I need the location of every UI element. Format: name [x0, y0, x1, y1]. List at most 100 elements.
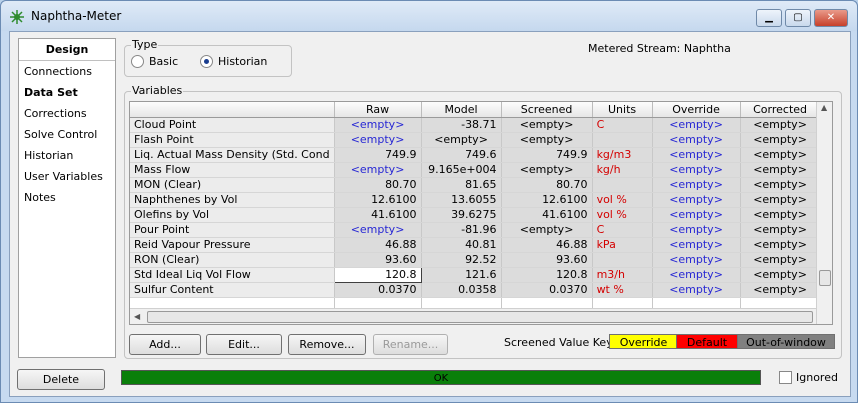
- add-button[interactable]: Add...: [129, 334, 201, 355]
- cell-name[interactable]: Naphthenes by Vol: [130, 192, 335, 208]
- cell-corrected[interactable]: <empty>: [740, 147, 821, 163]
- cell-override[interactable]: <empty>: [652, 252, 741, 268]
- cell-screened[interactable]: 41.6100: [501, 207, 593, 223]
- cell-units[interactable]: kg/m3: [592, 147, 653, 163]
- cell-name[interactable]: Mass Flow: [130, 162, 335, 178]
- cell-model[interactable]: 749.6: [421, 147, 502, 163]
- cell-raw[interactable]: 120.8: [333, 266, 422, 283]
- cell-name[interactable]: Std Ideal Liq Vol Flow: [130, 267, 335, 283]
- cell-name[interactable]: Flash Point: [130, 132, 335, 148]
- variables-grid[interactable]: Raw Model Screened Units Override Correc…: [129, 101, 833, 325]
- horizontal-scrollbar[interactable]: ◀: [130, 308, 816, 324]
- cell-raw[interactable]: 0.0370: [334, 282, 422, 298]
- cell-override[interactable]: <empty>: [652, 147, 741, 163]
- cell-units[interactable]: kPa: [592, 237, 653, 253]
- cell-screened[interactable]: 0.0370: [501, 282, 593, 298]
- cell-raw[interactable]: 12.6100: [334, 192, 422, 208]
- cell-screened[interactable]: 120.8: [501, 267, 593, 283]
- cell-override[interactable]: <empty>: [652, 222, 741, 238]
- radio-basic[interactable]: Basic: [131, 55, 178, 68]
- cell-model[interactable]: <empty>: [421, 132, 502, 148]
- edit-button[interactable]: Edit...: [206, 334, 282, 355]
- cell-corrected[interactable]: <empty>: [740, 222, 821, 238]
- cell-model[interactable]: 9.165e+004: [421, 162, 502, 178]
- cell-raw[interactable]: 46.88: [334, 237, 422, 253]
- title-bar[interactable]: Naphtha-Meter ▁ ▢ ✕: [1, 1, 857, 31]
- cell-model[interactable]: -38.71: [421, 117, 502, 133]
- scroll-up-icon[interactable]: ▲: [821, 103, 827, 112]
- cell-corrected[interactable]: <empty>: [740, 252, 821, 268]
- table-row[interactable]: MON (Clear) 80.70 81.65 80.70 <empty> <empty>: [130, 177, 821, 193]
- table-row[interactable]: Cloud Point <empty> -38.71 <empty> C <empty> <…: [130, 117, 821, 133]
- cell-corrected[interactable]: <empty>: [740, 132, 821, 148]
- table-row[interactable]: Liq. Actual Mass Density (Std. Cond 749.9…: [130, 147, 821, 163]
- radio-historian[interactable]: Historian: [200, 55, 267, 68]
- maximize-button[interactable]: ▢: [785, 9, 811, 27]
- column-header-corrected[interactable]: Corrected: [740, 102, 821, 118]
- cell-override[interactable]: <empty>: [652, 117, 741, 133]
- cell-name[interactable]: Reid Vapour Pressure: [130, 237, 335, 253]
- radio-basic-indicator[interactable]: [131, 55, 144, 68]
- column-header-raw[interactable]: Raw: [334, 102, 422, 118]
- cell-screened[interactable]: <empty>: [501, 132, 593, 148]
- nav-item-corrections[interactable]: Corrections: [19, 103, 115, 124]
- cell-corrected[interactable]: <empty>: [740, 162, 821, 178]
- nav-item-connections[interactable]: Connections: [19, 61, 115, 82]
- cell-corrected[interactable]: <empty>: [740, 237, 821, 253]
- cell-screened[interactable]: <empty>: [501, 222, 593, 238]
- cell-raw[interactable]: 93.60: [334, 252, 422, 268]
- cell-model[interactable]: -81.96: [421, 222, 502, 238]
- cell-corrected[interactable]: <empty>: [740, 117, 821, 133]
- nav-item-solve-control[interactable]: Solve Control: [19, 124, 115, 145]
- cell-screened[interactable]: <empty>: [501, 117, 593, 133]
- cell-corrected[interactable]: <empty>: [740, 192, 821, 208]
- cell-units[interactable]: vol %: [592, 192, 653, 208]
- cell-model[interactable]: 40.81: [421, 237, 502, 253]
- cell-override[interactable]: <empty>: [652, 282, 741, 298]
- cell-raw[interactable]: <empty>: [334, 117, 422, 133]
- table-row[interactable]: Std Ideal Liq Vol Flow 120.8 121.6 120.8 m3/…: [130, 266, 821, 283]
- cell-raw[interactable]: <empty>: [334, 132, 422, 148]
- nav-item-user-variables[interactable]: User Variables: [19, 166, 115, 187]
- nav-item-data-set[interactable]: Data Set: [19, 82, 115, 103]
- cell-model[interactable]: 81.65: [421, 177, 502, 193]
- cell-screened[interactable]: 749.9: [501, 147, 593, 163]
- cell-name[interactable]: RON (Clear): [130, 252, 335, 268]
- cell-screened[interactable]: 80.70: [501, 177, 593, 193]
- cell-units[interactable]: [592, 132, 653, 148]
- cell-units[interactable]: vol %: [592, 207, 653, 223]
- cell-raw[interactable]: <empty>: [334, 222, 422, 238]
- cell-override[interactable]: <empty>: [652, 237, 741, 253]
- cell-name[interactable]: Olefins by Vol: [130, 207, 335, 223]
- cell-units[interactable]: [592, 252, 653, 268]
- scroll-left-icon[interactable]: ◀: [134, 312, 140, 321]
- cell-raw[interactable]: <empty>: [334, 162, 422, 178]
- table-row[interactable]: Flash Point <empty> <empty> <empty> <empty> <…: [130, 132, 821, 148]
- cell-units[interactable]: C: [592, 222, 653, 238]
- cell-raw[interactable]: 749.9: [334, 147, 422, 163]
- table-row[interactable]: Naphthenes by Vol 12.6100 13.6055 12.6100 vo…: [130, 192, 821, 208]
- vertical-scroll-thumb[interactable]: [819, 270, 831, 286]
- cell-override[interactable]: <empty>: [652, 177, 741, 193]
- cell-raw[interactable]: 41.6100: [334, 207, 422, 223]
- cell-name[interactable]: MON (Clear): [130, 177, 335, 193]
- minimize-button[interactable]: ▁: [756, 9, 782, 27]
- ignored-checkbox-box[interactable]: [779, 371, 792, 384]
- close-button[interactable]: ✕: [814, 9, 848, 27]
- cell-screened[interactable]: 46.88: [501, 237, 593, 253]
- cell-override[interactable]: <empty>: [652, 132, 741, 148]
- cell-raw[interactable]: 80.70: [334, 177, 422, 193]
- column-header-model[interactable]: Model: [421, 102, 502, 118]
- remove-button[interactable]: Remove...: [288, 334, 366, 355]
- horizontal-scroll-thumb[interactable]: [147, 311, 813, 323]
- cell-units[interactable]: C: [592, 117, 653, 133]
- cell-screened[interactable]: <empty>: [501, 162, 593, 178]
- cell-override[interactable]: <empty>: [652, 162, 741, 178]
- cell-override[interactable]: <empty>: [652, 192, 741, 208]
- table-row[interactable]: Mass Flow <empty> 9.165e+004 <empty> kg/h <em…: [130, 162, 821, 178]
- table-row[interactable]: RON (Clear) 93.60 92.52 93.60 <empty> <empty>: [130, 252, 821, 268]
- table-row[interactable]: Reid Vapour Pressure 46.88 40.81 46.88 kPa <e…: [130, 237, 821, 253]
- table-row[interactable]: Olefins by Vol 41.6100 39.6275 41.6100 vol %…: [130, 207, 821, 223]
- cell-corrected[interactable]: <empty>: [740, 177, 821, 193]
- cell-model[interactable]: 39.6275: [421, 207, 502, 223]
